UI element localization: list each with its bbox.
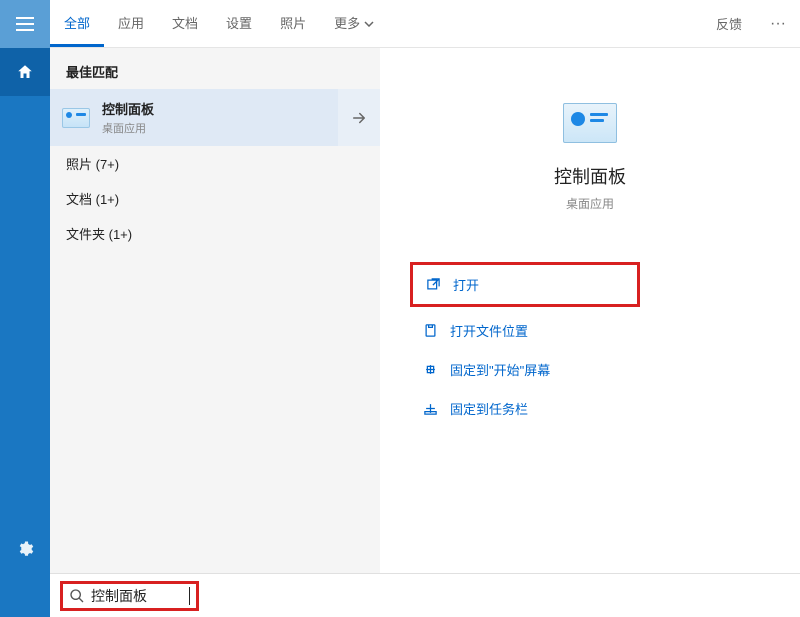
tab-photos[interactable]: 照片 bbox=[266, 0, 320, 47]
tab-more[interactable]: 更多 bbox=[320, 0, 388, 47]
control-panel-icon bbox=[62, 108, 90, 128]
category-photos[interactable]: 照片 (7+) bbox=[50, 146, 380, 181]
action-pin-start[interactable]: 固定到"开始"屏幕 bbox=[410, 350, 790, 389]
control-panel-large-icon bbox=[563, 103, 617, 143]
result-subtitle: 桌面应用 bbox=[102, 120, 154, 136]
tab-all[interactable]: 全部 bbox=[50, 0, 104, 47]
detail-subtitle: 桌面应用 bbox=[566, 195, 614, 212]
expand-details-button[interactable] bbox=[338, 89, 380, 146]
action-open-location-label: 打开文件位置 bbox=[450, 321, 528, 340]
folder-icon bbox=[420, 323, 440, 338]
open-icon bbox=[423, 277, 443, 292]
details-pane: 控制面板 桌面应用 打开 打开文件位置 固定到"开始"屏幕 bbox=[390, 58, 790, 573]
filter-tabs: 全部 应用 文档 设置 照片 更多 反馈 ··· bbox=[50, 0, 800, 48]
action-open[interactable]: 打开 bbox=[419, 269, 631, 300]
text-caret bbox=[189, 587, 190, 605]
search-icon bbox=[69, 588, 85, 604]
action-open-label: 打开 bbox=[453, 275, 479, 294]
chevron-down-icon bbox=[364, 15, 374, 30]
menu-button[interactable] bbox=[0, 0, 50, 48]
feedback-link[interactable]: 反馈 bbox=[702, 0, 756, 47]
tab-documents[interactable]: 文档 bbox=[158, 0, 212, 47]
tab-apps[interactable]: 应用 bbox=[104, 0, 158, 47]
search-input[interactable] bbox=[91, 588, 191, 604]
results-pane: 最佳匹配 控制面板 桌面应用 照片 (7+) 文档 (1+) 文件夹 (1+) bbox=[50, 48, 380, 573]
tab-more-label: 更多 bbox=[334, 13, 360, 32]
pin-start-icon bbox=[420, 362, 440, 377]
settings-button[interactable] bbox=[0, 525, 50, 573]
detail-title: 控制面板 bbox=[554, 163, 626, 189]
more-options-button[interactable]: ··· bbox=[756, 0, 800, 47]
action-pin-start-label: 固定到"开始"屏幕 bbox=[450, 360, 550, 379]
search-bar bbox=[50, 573, 800, 617]
category-documents[interactable]: 文档 (1+) bbox=[50, 181, 380, 216]
action-pin-taskbar-label: 固定到任务栏 bbox=[450, 399, 528, 418]
category-folders[interactable]: 文件夹 (1+) bbox=[50, 216, 380, 251]
tab-settings[interactable]: 设置 bbox=[212, 0, 266, 47]
result-title: 控制面板 bbox=[102, 99, 154, 118]
pin-taskbar-icon bbox=[420, 401, 440, 416]
action-pin-taskbar[interactable]: 固定到任务栏 bbox=[410, 389, 790, 428]
best-match-result[interactable]: 控制面板 桌面应用 bbox=[50, 89, 380, 146]
action-open-location[interactable]: 打开文件位置 bbox=[410, 311, 790, 350]
home-button[interactable] bbox=[0, 48, 50, 96]
best-match-header: 最佳匹配 bbox=[50, 48, 380, 89]
